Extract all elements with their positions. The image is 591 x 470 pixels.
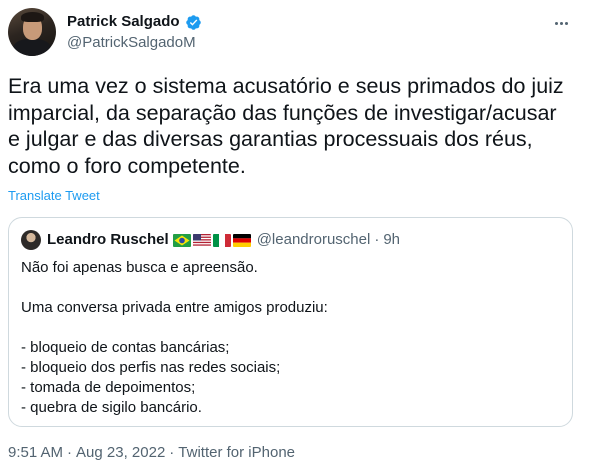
quoted-text-line: - bloqueio de contas bancárias; [21, 339, 230, 356]
quoted-tweet-time[interactable]: 9h [383, 230, 400, 250]
quoted-tweet[interactable]: Leandro Ruschel @leandroruschel · 9h Não… [8, 217, 573, 427]
more-dot [554, 21, 558, 25]
author-avatar[interactable] [8, 8, 56, 56]
italy-flag-icon [212, 233, 231, 247]
quoted-tweet-header: Leandro Ruschel @leandroruschel · 9h [21, 230, 400, 250]
more-dot [559, 21, 563, 25]
author-name-row[interactable]: Patrick Salgado [67, 12, 202, 32]
more-dot [564, 21, 568, 25]
avatar-hair [21, 12, 44, 22]
tweet-text: Era uma vez o sistema acusatório e seus … [8, 74, 564, 178]
avatar-suit [13, 39, 51, 56]
separator-dot: · [67, 444, 73, 461]
quoted-tweet-text: Não foi apenas busca e apreensão. Uma co… [21, 258, 561, 418]
quoted-text-line: - tomada de depoimentos; [21, 379, 196, 396]
verified-badge-icon [185, 14, 201, 30]
separator-dot: · [169, 444, 175, 461]
quoted-author-avatar[interactable] [21, 230, 41, 250]
quoted-text-line: - quebra de sigilo bancário. [21, 399, 202, 416]
tweet-source[interactable]: Twitter for iPhone [178, 443, 295, 463]
translate-tweet-link[interactable]: Translate Tweet [8, 187, 100, 205]
tweet-metadata: 9:51 AM · Aug 23, 2022 · Twitter for iPh… [8, 443, 295, 463]
tweet-date[interactable]: Aug 23, 2022 [76, 443, 165, 463]
brazil-flag-icon [172, 233, 191, 247]
quoted-text-line: Uma conversa privada entre amigos produz… [21, 299, 328, 316]
separator-dot: · [374, 231, 380, 248]
usa-flag-icon [192, 233, 211, 247]
tweet-card: Patrick Salgado @PatrickSalgadoM Era uma… [0, 0, 591, 470]
quoted-text-line: Não foi apenas busca e apreensão. [21, 259, 258, 276]
quoted-text-line [21, 278, 561, 298]
quoted-author-name[interactable]: Leandro Ruschel [47, 230, 169, 250]
germany-flag-icon [232, 233, 251, 247]
quoted-text-line [21, 318, 561, 338]
more-options-icon[interactable] [549, 11, 573, 35]
author-handle[interactable]: @PatrickSalgadoM [67, 33, 196, 53]
quoted-author-handle[interactable]: @leandroruschel [257, 230, 371, 250]
author-name[interactable]: Patrick Salgado [67, 12, 180, 32]
quoted-text-line: - bloqueio dos perfis nas redes sociais; [21, 359, 281, 376]
tweet-time[interactable]: 9:51 AM [8, 443, 63, 463]
